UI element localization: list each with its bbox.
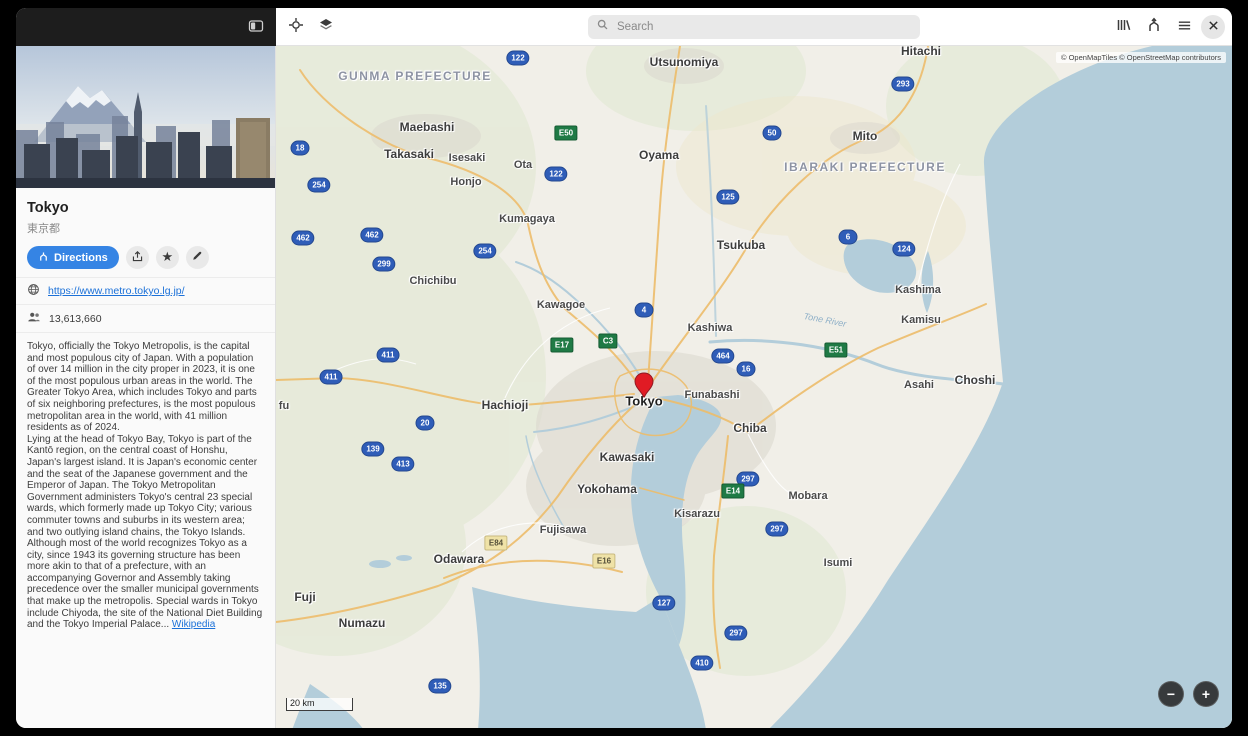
zoom-out-button[interactable]: − [1158, 681, 1184, 707]
map-scale-bar: 20 km [286, 698, 353, 711]
map-attribution[interactable]: © OpenMapTiles © OpenStreetMap contribut… [1056, 52, 1226, 63]
people-icon [27, 310, 41, 327]
place-title: Tokyo [27, 200, 264, 216]
map-viewport[interactable]: 122293E50501812225412546246225429961244E… [276, 46, 1232, 728]
close-icon [1208, 19, 1219, 34]
sidebar-toggle-button[interactable] [243, 14, 269, 40]
header-right-group [1109, 14, 1227, 40]
route-fork-icon [1146, 17, 1162, 36]
locate-crosshair-icon [288, 17, 304, 36]
directions-icon [38, 251, 49, 265]
description-paragraph-2-text: Lying at the head of Tokyo Bay, Tokyo is… [27, 434, 262, 631]
main-headerbar [276, 8, 1232, 46]
place-card: Tokyo 東京都 Directions ★ [16, 188, 275, 277]
website-row: https://www.metro.tokyo.lg.jp/ [16, 277, 275, 304]
map-base-graphics [276, 46, 1232, 728]
description-paragraph-1: Tokyo, officially the Tokyo Metropolis, … [27, 341, 264, 434]
website-link[interactable]: https://www.metro.tokyo.lg.jp/ [48, 285, 185, 297]
star-icon: ★ [161, 250, 173, 265]
population-value: 13,613,660 [49, 313, 102, 325]
place-actions: Directions ★ [27, 246, 264, 269]
search-input[interactable] [615, 20, 912, 34]
directions-label: Directions [54, 252, 108, 264]
favorite-button[interactable]: ★ [156, 246, 179, 269]
edit-button[interactable] [186, 246, 209, 269]
search-bar [588, 15, 920, 39]
sidebar-headerbar [16, 8, 276, 46]
description-paragraph-2: Lying at the head of Tokyo Bay, Tokyo is… [27, 434, 264, 631]
wikipedia-link[interactable]: Wikipedia [172, 619, 215, 630]
directions-button[interactable]: Directions [27, 246, 119, 269]
window-close-button[interactable] [1201, 15, 1225, 39]
content-row: Tokyo 東京都 Directions ★ [16, 46, 1232, 728]
primary-menu-button[interactable] [1171, 14, 1197, 40]
routes-button[interactable] [1141, 14, 1167, 40]
search-icon [596, 18, 609, 36]
layers-button[interactable] [313, 14, 339, 40]
go-to-current-location-button[interactable] [283, 14, 309, 40]
globe-icon [27, 283, 40, 299]
sidebar-toggle-icon [248, 18, 264, 37]
library-books-icon [1116, 17, 1132, 36]
share-button[interactable] [126, 246, 149, 269]
headerbar [16, 8, 1232, 46]
library-button[interactable] [1111, 14, 1137, 40]
place-subtitle: 東京都 [27, 220, 264, 236]
zoom-in-button[interactable]: + [1193, 681, 1219, 707]
share-export-icon [131, 250, 144, 266]
tokyo-skyline-photo [16, 46, 276, 188]
layers-icon [318, 17, 334, 36]
place-sidebar: Tokyo 東京都 Directions ★ [16, 46, 276, 728]
hamburger-menu-icon [1177, 18, 1192, 36]
population-row: 13,613,660 [16, 304, 275, 332]
place-marker-pin[interactable] [633, 372, 655, 405]
app-window: Tokyo 東京都 Directions ★ [16, 8, 1232, 728]
place-description: Tokyo, officially the Tokyo Metropolis, … [16, 332, 275, 639]
pencil-icon [191, 250, 203, 265]
place-photo [16, 46, 276, 188]
